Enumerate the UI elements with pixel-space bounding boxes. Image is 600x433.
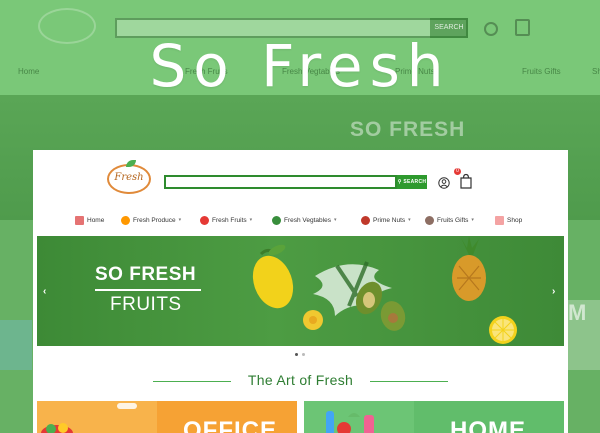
nav-label: Fresh Vegtables: [284, 216, 331, 224]
nav-item-shop[interactable]: Shop: [495, 213, 522, 227]
headline: So Fresh: [149, 32, 451, 100]
nav-item-prime-nuts[interactable]: Prime Nuts ▾: [361, 213, 411, 227]
nav-item-fresh-fruits[interactable]: Fresh Fruits ▾: [200, 213, 252, 227]
tile-illustration: [37, 401, 157, 433]
logo-text: Fresh: [114, 172, 144, 183]
chevron-down-icon: ▾: [471, 217, 474, 223]
site-logo[interactable]: Fresh: [105, 160, 153, 194]
backdrop-left-panel: [0, 320, 32, 370]
nav-item-fresh-produce[interactable]: Fresh Produce ▾: [121, 213, 181, 227]
nav-item-fruits-gifts[interactable]: Fruits Gifts ▾: [425, 213, 474, 227]
backdrop-banner-text: SO FRESH: [350, 118, 466, 141]
carousel-dot[interactable]: [302, 353, 305, 356]
section-rule-right: [370, 381, 448, 382]
carousel-prev-arrow[interactable]: ‹: [43, 286, 46, 297]
carousel-dot[interactable]: [295, 353, 298, 356]
nav-label: Fruits Gifts: [437, 216, 469, 224]
chevron-down-icon: ▾: [249, 217, 253, 223]
cart-count-badge: 0: [454, 168, 461, 175]
search-icon: ⚲: [397, 179, 402, 185]
tile-caption: OFFICE: [183, 417, 277, 433]
nav-item-home[interactable]: Home: [75, 213, 104, 227]
nuts-icon: [361, 215, 370, 225]
nav-label: Fresh Fruits: [212, 216, 247, 224]
cart-icon[interactable]: [459, 173, 473, 189]
main-nav: Home Fresh Produce ▾ Fresh Fruits ▾ Fres…: [33, 213, 568, 227]
basket-icon: [425, 215, 434, 225]
banner-fruits-illustration: [252, 236, 517, 344]
carousel-next-arrow[interactable]: ›: [552, 286, 555, 297]
nav-label: Shop: [507, 216, 523, 224]
home-icon: [75, 215, 84, 225]
section-title: The Art of Fresh: [247, 372, 354, 388]
chevron-down-icon: ▾: [178, 217, 182, 223]
carousel-dots: [295, 353, 305, 356]
backdrop-right-panel: M: [568, 300, 600, 370]
tile-illustration: [304, 401, 414, 433]
search-button-label: SEARCH: [403, 179, 427, 185]
website-preview: Fresh ⚲ SEARCH 0 Home Fresh Produce ▾ Fr…: [33, 150, 568, 433]
orange-icon: [121, 215, 130, 225]
shop-icon: [495, 215, 504, 225]
hero-banner[interactable]: SO FRESH FRUITS ‹ ›: [37, 236, 564, 346]
banner-divider: [95, 289, 201, 291]
tile-caption: HOME: [450, 417, 526, 433]
nav-label: Prime Nuts: [373, 216, 406, 224]
category-tile-office[interactable]: OFFICE: [37, 401, 297, 433]
broccoli-icon: [272, 215, 281, 225]
category-tile-home[interactable]: HOME: [304, 401, 564, 433]
nav-item-fresh-vegtables[interactable]: Fresh Vegtables ▾: [272, 213, 337, 227]
apple-icon: [200, 215, 209, 225]
banner-subtitle: FRUITS: [110, 294, 182, 315]
backdrop-side-text: M: [568, 300, 587, 325]
search-button[interactable]: ⚲ SEARCH: [397, 175, 427, 189]
search-input[interactable]: [164, 175, 397, 189]
nav-label: Fresh Produce: [133, 216, 176, 224]
banner-title: SO FRESH: [95, 264, 197, 285]
chevron-down-icon: ▾: [333, 217, 337, 223]
chevron-down-icon: ▾: [408, 217, 411, 223]
user-icon[interactable]: [438, 177, 450, 189]
nav-label: Home: [87, 216, 105, 224]
